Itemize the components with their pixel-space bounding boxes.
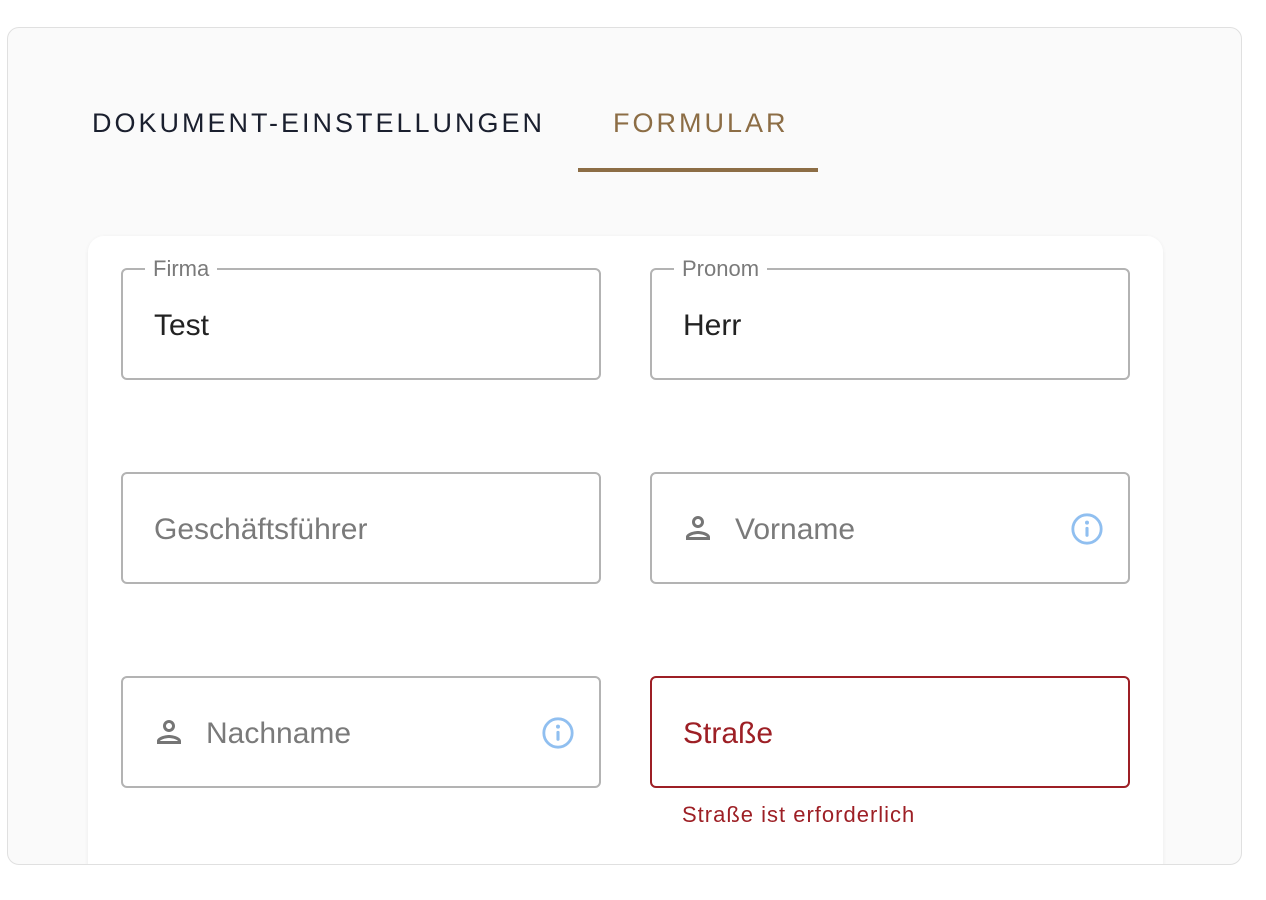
vorname-placeholder: Vorname: [735, 513, 856, 546]
firma-field[interactable]: Firma Test: [121, 256, 601, 380]
settings-card: DOKUMENT-EINSTELLUNGEN FORMULAR Firma Te…: [7, 27, 1242, 865]
pronom-label: Pronom: [674, 256, 768, 282]
nachname-field[interactable]: Nachname: [121, 676, 601, 788]
person-icon: [157, 720, 181, 744]
geschaeftsfuehrer-field[interactable]: Geschäftsführer: [121, 472, 601, 584]
vorname-field[interactable]: Vorname: [650, 472, 1130, 584]
nachname-placeholder: Nachname: [206, 717, 352, 750]
firma-value: Test: [154, 309, 210, 342]
pronom-field[interactable]: Pronom Herr: [650, 256, 1130, 380]
strasse-placeholder: Straße: [683, 717, 774, 750]
tab-dokument-einstellungen[interactable]: DOKUMENT-EINSTELLUNGEN: [92, 108, 545, 138]
person-icon: [686, 516, 710, 540]
strasse-field[interactable]: Straße: [650, 676, 1130, 788]
active-tab-indicator: [578, 168, 818, 172]
tab-formular[interactable]: FORMULAR: [613, 108, 789, 138]
form-card: Firma Test Pronom Herr Geschäftsführer V…: [88, 236, 1163, 864]
firma-label: Firma: [145, 256, 218, 282]
geschaeftsfuehrer-placeholder: Geschäftsführer: [154, 513, 368, 546]
info-icon[interactable]: [1070, 512, 1104, 546]
strasse-error-message: Straße ist erforderlich: [682, 802, 916, 827]
pronom-value: Herr: [683, 309, 742, 342]
info-icon[interactable]: [541, 716, 575, 750]
